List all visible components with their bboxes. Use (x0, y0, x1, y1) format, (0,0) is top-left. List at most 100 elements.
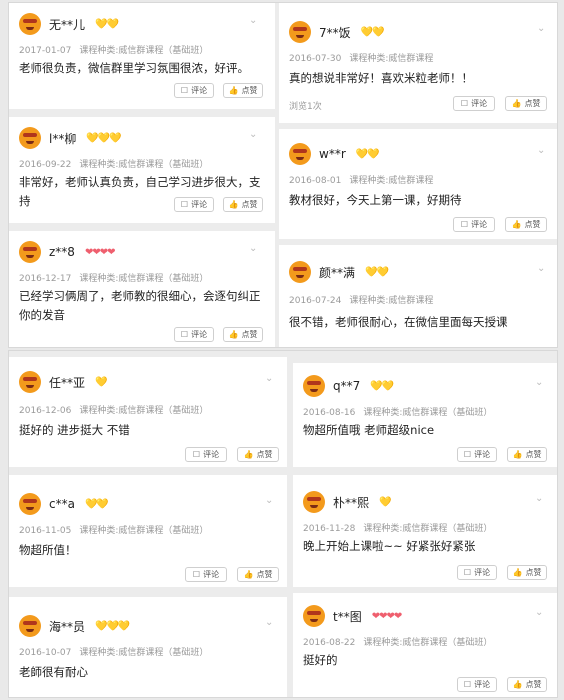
username: w**r (319, 147, 346, 161)
gold-diamond-icon: 💛 (95, 376, 107, 388)
chevron-down-icon[interactable]: ⌄ (537, 23, 545, 34)
like-button[interactable]: 👍 点赞 (507, 565, 547, 580)
review-date: 2016-07-24 (289, 296, 342, 306)
chevron-down-icon[interactable]: ⌄ (249, 129, 257, 140)
chevron-down-icon[interactable]: ⌄ (265, 373, 273, 384)
review-date: 2016-10-07 (19, 648, 72, 658)
comment-button[interactable]: ☐ 评论 (174, 327, 214, 342)
review-text: 真的想说非常好！喜欢米粒老师！！ (289, 71, 473, 85)
review-date: 2016-09-22 (19, 160, 72, 170)
comment-label: 评论 (471, 99, 488, 108)
comment-icon: ☐ (463, 568, 472, 577)
comment-button[interactable]: ☐ 评论 (453, 217, 495, 232)
user-row: 颜**满 💛💛 (289, 261, 389, 283)
course-type: 课程种类:威信群课程 (349, 54, 434, 64)
review-card: 颜**满 💛💛 ⌄ 2016-07-24 课程种类:威信群课程 很不错，老师很耐心… (279, 245, 557, 347)
comment-icon: ☐ (192, 570, 201, 579)
thumbs-up-icon: 👍 (512, 680, 523, 689)
course-type: 课程种类:威信群课程（基础班） (79, 46, 209, 56)
comment-icon: ☐ (180, 200, 189, 209)
comment-button[interactable]: ☐ 评论 (185, 447, 227, 462)
chevron-down-icon[interactable]: ⌄ (537, 263, 545, 274)
user-row: 7**饭 💛💛 (289, 21, 385, 43)
review-text: 教材很好，今天上第一课，好期待 (289, 193, 462, 207)
comment-button[interactable]: ☐ 评论 (457, 447, 497, 462)
review-meta: 2016-11-28 课程种类:威信群课程（基础班） (303, 521, 492, 534)
top-panel: 无**儿 💛💛 ⌄ 2017-01-07 课程种类:威信群课程（基础班） 老师很负… (8, 2, 558, 348)
comment-icon: ☐ (463, 450, 472, 459)
username: 7**饭 (319, 25, 351, 40)
review-card: 海**员 💛💛💛 ⌄ 2016-10-07 课程种类:威信群课程（基础班） 老師很… (9, 597, 287, 697)
emoji-avatar-icon (19, 13, 41, 35)
review-meta: 2016-08-16 课程种类:威信群课程（基础班） (303, 405, 492, 418)
comment-button[interactable]: ☐ 评论 (457, 565, 497, 580)
like-button[interactable]: 👍 点赞 (223, 83, 263, 98)
comment-label: 评论 (474, 450, 491, 459)
chevron-down-icon[interactable]: ⌄ (537, 145, 545, 156)
user-row: 朴**熙 💛 (303, 491, 392, 513)
chevron-down-icon[interactable]: ⌄ (535, 377, 543, 388)
comment-button[interactable]: ☐ 评论 (174, 197, 214, 212)
like-label: 点赞 (241, 200, 258, 209)
like-button[interactable]: 👍 点赞 (223, 327, 263, 342)
review-meta: 2016-09-22 课程种类:威信群课程（基础班） (19, 157, 208, 170)
like-button[interactable]: 👍 点赞 (237, 567, 279, 582)
like-label: 点赞 (241, 86, 258, 95)
review-date: 2016-08-16 (303, 408, 356, 418)
comment-button[interactable]: ☐ 评论 (174, 83, 214, 98)
thumbs-up-icon: 👍 (228, 330, 239, 339)
comment-icon: ☐ (460, 220, 469, 229)
course-type: 课程种类:威信群课程（基础班） (363, 524, 493, 534)
like-button[interactable]: 👍 点赞 (507, 447, 547, 462)
emoji-avatar-icon (303, 605, 325, 627)
like-button[interactable]: 👍 点赞 (505, 217, 547, 232)
chevron-down-icon[interactable]: ⌄ (265, 617, 273, 628)
like-button[interactable]: 👍 点赞 (223, 197, 263, 212)
like-label: 点赞 (256, 570, 273, 579)
thumbs-up-icon: 👍 (511, 99, 522, 108)
comment-button[interactable]: ☐ 评论 (185, 567, 227, 582)
chevron-down-icon[interactable]: ⌄ (249, 243, 257, 254)
review-text: 老師很有耐心 (19, 665, 88, 679)
username: c**a (49, 497, 75, 511)
comment-button[interactable]: ☐ 评论 (453, 96, 495, 111)
emoji-avatar-icon (19, 371, 41, 393)
comment-icon: ☐ (180, 86, 189, 95)
gold-diamond-icon: 💛💛 (360, 26, 385, 38)
like-label: 点赞 (525, 680, 542, 689)
username: 无**儿 (49, 17, 86, 32)
review-date: 2016-11-05 (19, 526, 72, 536)
emoji-avatar-icon (303, 375, 325, 397)
chevron-down-icon[interactable]: ⌄ (249, 15, 257, 26)
review-meta: 2016-12-06 课程种类:威信群课程（基础班） (19, 403, 208, 416)
username: 颜**满 (319, 265, 356, 280)
emoji-avatar-icon (289, 261, 311, 283)
chevron-down-icon[interactable]: ⌄ (265, 495, 273, 506)
comment-label: 评论 (471, 220, 488, 229)
comment-icon: ☐ (460, 99, 469, 108)
comment-button[interactable]: ☐ 评论 (457, 677, 497, 692)
review-meta: 2016-10-07 课程种类:威信群课程（基础班） (19, 645, 208, 658)
comment-label: 评论 (474, 680, 491, 689)
like-button[interactable]: 👍 点赞 (507, 677, 547, 692)
chevron-down-icon[interactable]: ⌄ (535, 607, 543, 618)
like-label: 点赞 (256, 450, 273, 459)
review-meta: 2017-01-07 课程种类:威信群课程（基础班） (19, 43, 208, 56)
gold-diamond-icon: 💛💛 (355, 148, 380, 160)
username: 海**员 (49, 619, 86, 634)
like-label: 点赞 (525, 450, 542, 459)
chevron-down-icon[interactable]: ⌄ (535, 493, 543, 504)
like-button[interactable]: 👍 点赞 (505, 96, 547, 111)
review-text: 挺好的 进步挺大 不错 (19, 423, 130, 437)
review-meta: 2016-07-24 课程种类:威信群课程 (289, 293, 433, 306)
like-button[interactable]: 👍 点赞 (237, 447, 279, 462)
review-date: 2017-01-07 (19, 46, 72, 56)
emoji-avatar-icon (303, 491, 325, 513)
user-row: 无**儿 💛💛 (19, 13, 119, 35)
comment-label: 评论 (191, 330, 208, 339)
thumbs-up-icon: 👍 (228, 86, 239, 95)
username: 任**亚 (49, 375, 86, 390)
comment-label: 评论 (191, 200, 208, 209)
review-card: 7**饭 💛💛 ⌄ 2016-07-30 课程种类:威信群课程 真的想说非常好！喜… (279, 3, 557, 123)
review-text: 挺好的 (303, 653, 338, 667)
